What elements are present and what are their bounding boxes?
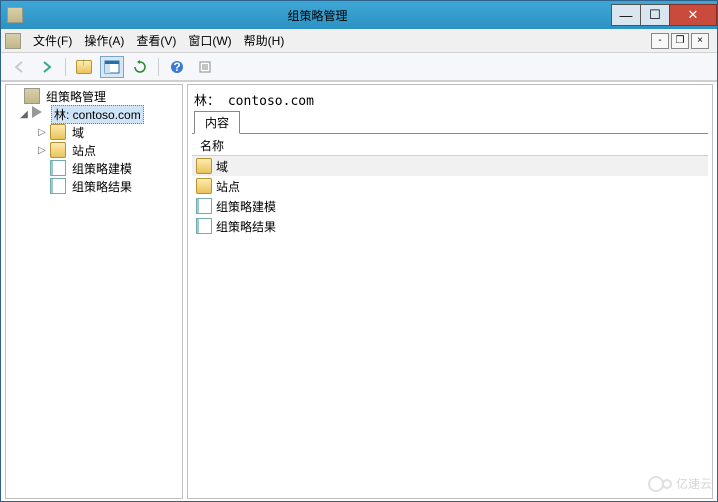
menu-help[interactable]: 帮助(H) [238,30,291,51]
properties-button[interactable] [193,56,217,78]
forest-icon [32,106,48,122]
list-header[interactable]: 名称 [192,134,708,156]
document-icon [196,218,212,234]
tree-root-label: 组策略管理 [43,87,109,106]
tree-root[interactable]: 组策略管理 [6,87,182,105]
titlebar[interactable]: 组策略管理 — ☐ ✕ [1,1,717,29]
mdi-restore-button[interactable]: ❐ [671,33,689,49]
close-button[interactable]: ✕ [669,4,717,26]
tree-item[interactable]: ▷域 [6,123,182,141]
list-item[interactable]: 组策略结果 [192,216,708,236]
tree-expand-icon[interactable]: ▷ [36,126,48,138]
tree-pane[interactable]: 组策略管理 ◢ 林: contoso.com ▷域▷站点组策略建模组策略结果 [5,84,183,499]
menubar: 文件(F) 操作(A) 查看(V) 窗口(W) 帮助(H) - ❐ × [1,29,717,53]
content-pane: 林： contoso.com 内容 名称 域站点组策略建模组策略结果 [187,84,713,499]
column-name[interactable]: 名称 [196,135,228,156]
minimize-button[interactable]: — [611,4,641,26]
tree-item[interactable]: 组策略结果 [6,177,182,195]
menu-action[interactable]: 操作(A) [78,30,130,51]
tree-item-label: 组策略结果 [69,177,135,196]
up-level-button[interactable]: ↑ [72,56,96,78]
tree-item-label: 组策略建模 [69,159,135,178]
menubar-app-icon [5,33,21,49]
tab-content[interactable]: 内容 [194,111,240,134]
tree-item[interactable]: 组策略建模 [6,159,182,177]
window-title: 组策略管理 [23,7,612,24]
menu-window[interactable]: 窗口(W) [182,30,237,51]
tree-item-label: 站点 [69,141,99,160]
nav-forward-button[interactable] [35,56,59,78]
toolbar: ↑ ? [1,53,717,81]
folder-icon [196,158,212,174]
tree-forest-label: 林: contoso.com [51,105,144,124]
document-icon [50,160,66,176]
folder-icon [50,142,66,158]
list-item[interactable]: 组策略建模 [192,196,708,216]
tree-collapse-icon[interactable]: ◢ [18,108,30,120]
list-item-label: 域 [216,158,228,175]
menu-file[interactable]: 文件(F) [27,30,78,51]
menu-view[interactable]: 查看(V) [130,30,182,51]
window-controls: — ☐ ✕ [612,4,717,26]
tab-strip: 内容 [192,112,708,134]
folder-icon [196,178,212,194]
content-header: 林： contoso.com [192,87,708,112]
tree-item[interactable]: ▷ 站点 [6,141,182,159]
maximize-button[interactable]: ☐ [640,4,670,26]
tree-item-label: 域 [69,123,87,142]
app-window: 组策略管理 — ☐ ✕ 文件(F) 操作(A) 查看(V) 窗口(W) 帮助(H… [0,0,718,502]
refresh-button[interactable] [128,56,152,78]
mdi-minimize-button[interactable]: - [651,33,669,49]
tree-forest[interactable]: ◢ 林: contoso.com [6,105,182,123]
document-icon [196,198,212,214]
menubar-right-controls: - ❐ × [651,33,713,49]
body-area: 组策略管理 ◢ 林: contoso.com ▷域▷站点组策略建模组策略结果 林… [1,81,717,501]
console-icon [24,88,40,104]
list-item[interactable]: 域 [192,156,708,176]
toolbar-separator [65,58,66,76]
list-item-label: 组策略结果 [216,218,276,235]
nav-back-button[interactable] [7,56,31,78]
svg-text:?: ? [173,60,180,74]
list-item-label: 组策略建模 [216,198,276,215]
app-icon [7,7,23,23]
tree-expand-icon[interactable]: ▷ [36,144,48,156]
help-button[interactable]: ? [165,56,189,78]
toolbar-separator [158,58,159,76]
folder-icon [50,124,66,140]
list-area[interactable]: 名称 域站点组策略建模组策略结果 [192,134,708,496]
list-item-label: 站点 [216,178,240,195]
list-item[interactable]: 站点 [192,176,708,196]
show-hide-tree-button[interactable] [100,56,124,78]
document-icon [50,178,66,194]
mdi-close-button[interactable]: × [691,33,709,49]
